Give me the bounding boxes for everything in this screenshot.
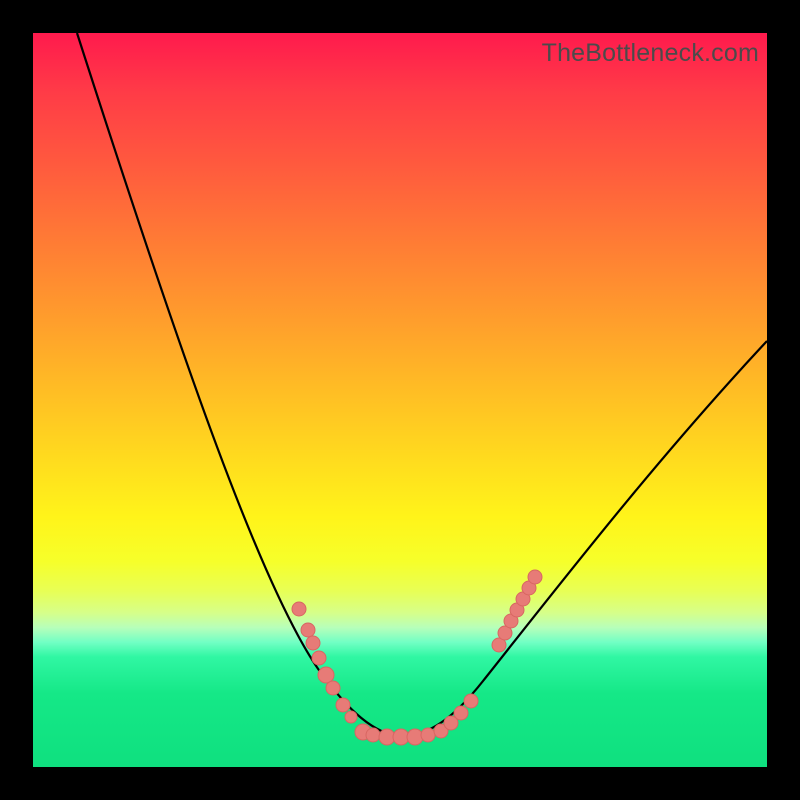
chart-frame: TheBottleneck.com [0,0,800,800]
data-point [292,602,306,616]
curve-layer [33,33,767,767]
data-point [336,698,350,712]
plot-area: TheBottleneck.com [33,33,767,767]
data-point [306,636,320,650]
marker-group [292,570,542,745]
data-point [301,623,315,637]
data-point [421,728,435,742]
curve-right [401,341,767,737]
data-point [454,706,468,720]
data-point [464,694,478,708]
data-point [345,711,357,723]
curve-left [77,33,401,737]
data-point [318,667,334,683]
data-point [528,570,542,584]
data-point [326,681,340,695]
data-point [312,651,326,665]
data-point [407,729,423,745]
data-point [366,728,380,742]
